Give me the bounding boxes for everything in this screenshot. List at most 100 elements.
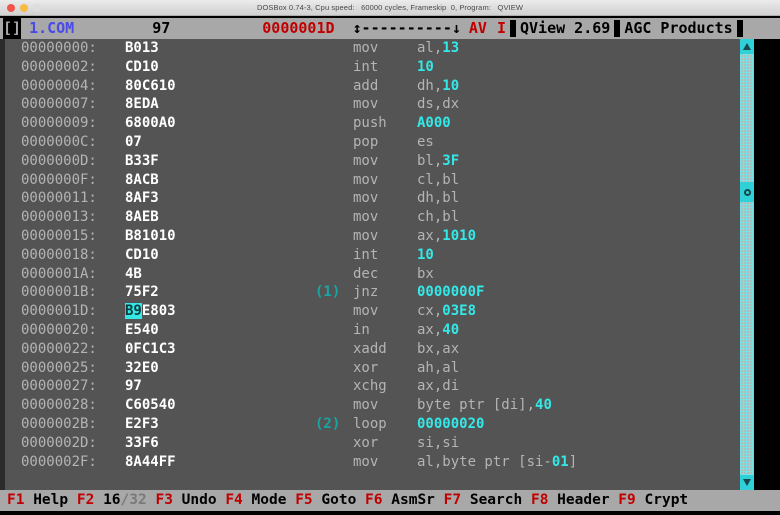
row-mnemonic: mov (353, 303, 379, 320)
row-bytes[interactable]: 4B (125, 265, 142, 284)
listing-row[interactable]: 00000028: C60540 mov byte ptr [di],40 (5, 396, 740, 415)
row-bytes[interactable]: 32E0 (125, 359, 159, 378)
row-bytes[interactable]: 8AF3 (125, 189, 159, 208)
listing-row[interactable]: 0000002D: 33F6 xor si,si (5, 434, 740, 453)
row-bytes[interactable]: 8A44FF (125, 453, 176, 472)
row-address: 00000022: (21, 340, 97, 357)
header-mode-indicator: I (496, 19, 506, 37)
listing-row[interactable]: 00000009: 6800A0 push A000 (5, 114, 740, 133)
vertical-scrollbar[interactable] (740, 39, 754, 490)
fkey-label-f6[interactable]: AsmSr (391, 492, 435, 508)
fkey-f7[interactable]: F7 (444, 492, 461, 508)
fkey-f5[interactable]: F5 (295, 492, 312, 508)
row-bytes[interactable]: 07 (125, 133, 142, 152)
row-bytes[interactable]: 6800A0 (125, 114, 176, 133)
operand-literal: 10 (417, 58, 434, 75)
row-bytes[interactable]: B9E803 (125, 302, 176, 321)
fkey-label-f2[interactable]: 16 (103, 492, 120, 508)
fkey-label-dim-f2[interactable]: /32 (121, 492, 147, 508)
listing-row[interactable]: 0000001A: 4B dec bx (5, 265, 740, 284)
fkey-label-f9[interactable]: Crypt (645, 492, 689, 508)
row-jump-marker: (2) (315, 415, 341, 432)
listing-row[interactable]: 00000007: 8EDA mov ds,dx (5, 95, 740, 114)
listing-row[interactable]: 00000015: B81010 mov ax,1010 (5, 227, 740, 246)
row-bytes[interactable]: E540 (125, 321, 159, 340)
minimize-window-button[interactable] (20, 4, 28, 12)
fkey-f1[interactable]: F1 (7, 492, 24, 508)
fkey-f2[interactable]: F2 (77, 492, 94, 508)
row-address: 00000011: (21, 190, 97, 207)
listing-row[interactable]: 00000013: 8AEB mov ch,bl (5, 208, 740, 227)
scroll-up-arrow-icon[interactable] (740, 39, 754, 54)
row-bytes[interactable]: 0FC1C3 (125, 340, 176, 359)
listing-row[interactable]: 00000025: 32E0 xor ah,al (5, 359, 740, 378)
row-bytes[interactable]: 75F2 (125, 283, 159, 302)
fkey-label-f5[interactable]: Goto (321, 492, 356, 508)
listing-row[interactable]: 0000000D: B33F mov bl,3F (5, 152, 740, 171)
listing-row[interactable]: 00000022: 0FC1C3 xadd bx,ax (5, 340, 740, 359)
row-bytes[interactable]: CD10 (125, 58, 159, 77)
scrollbar-thumb-knob-icon (743, 188, 751, 196)
header-filename[interactable]: 1.COM (21, 18, 74, 39)
listing-row[interactable]: 00000004: 80C610 add dh,10 (5, 77, 740, 96)
listing-row[interactable]: 00000000: B013 mov al,13 (5, 39, 740, 58)
dos-screen: [] 1.COM 97 0000001D ↕----------↓ AV I Q… (0, 16, 780, 515)
fkey-f8[interactable]: F8 (531, 492, 548, 508)
fkey-f3[interactable]: F3 (155, 492, 172, 508)
listing-row[interactable]: 00000018: CD10 int 10 (5, 246, 740, 265)
fkey-label-f3[interactable]: Undo (182, 492, 217, 508)
row-mnemonic: jnz (353, 284, 379, 301)
listing-row[interactable]: 0000000C: 07 pop es (5, 133, 740, 152)
row-bytes[interactable]: 80C610 (125, 77, 176, 96)
row-bytes[interactable]: 8EDA (125, 95, 159, 114)
edit-cursor[interactable]: B9 (125, 303, 142, 320)
listing-row[interactable]: 00000002: CD10 int 10 (5, 58, 740, 77)
row-bytes[interactable]: E2F3 (125, 415, 159, 434)
listing-row[interactable]: 0000001B: 75F2 (1) jnz 0000000F (5, 283, 740, 302)
row-bytes[interactable]: B81010 (125, 227, 176, 246)
row-bytes[interactable]: B33F (125, 152, 159, 171)
row-mnemonic: mov (353, 96, 379, 113)
listing-row[interactable]: 0000002F: 8A44FF mov al,byte ptr [si-01] (5, 453, 740, 472)
close-window-button[interactable] (7, 4, 15, 12)
listing-row[interactable]: 0000001D: B9E803 mov cx,03E8 (5, 302, 740, 321)
operand-literal: 10 (442, 77, 460, 94)
fkey-label-f8[interactable]: Header (557, 492, 609, 508)
row-operands: 0000000F (417, 283, 484, 302)
row-operands: ax,1010 (417, 227, 477, 244)
row-bytes[interactable]: B013 (125, 39, 159, 58)
listing-row[interactable]: 00000011: 8AF3 mov dh,bl (5, 189, 740, 208)
listing-row[interactable]: 00000020: E540 in ax,40 (5, 321, 740, 340)
row-bytes[interactable]: 97 (125, 377, 142, 396)
fkey-f6[interactable]: F6 (365, 492, 382, 508)
listing-row[interactable]: 0000000F: 8ACB mov cl,bl (5, 171, 740, 190)
disassembly-listing[interactable]: 00000000: B013 mov al,13 00000002: CD10 int 10 0… (0, 39, 740, 490)
operand-literal: 10 (417, 246, 434, 263)
scrollbar-thumb[interactable] (740, 182, 754, 202)
row-bytes[interactable]: 33F6 (125, 434, 159, 453)
row-bytes[interactable]: 8AEB (125, 208, 159, 227)
header-app-name: QView 2.69 (520, 19, 611, 37)
fkey-label-f7[interactable]: Search (470, 492, 522, 508)
function-key-bar[interactable]: F1 Help F2 16/32 F3 Undo F4 Mode F5 Goto… (0, 490, 780, 511)
row-bytes[interactable]: 8ACB (125, 171, 159, 190)
fkey-f4[interactable]: F4 (225, 492, 242, 508)
listing-row[interactable]: 00000027: 97 xchg ax,di (5, 377, 740, 396)
row-bytes[interactable]: C60540 (125, 396, 176, 415)
row-operands: si,si (417, 434, 460, 451)
row-address: 00000013: (21, 209, 97, 226)
row-operands: dh,bl (417, 190, 460, 207)
header-progress-indicator[interactable]: ↕----------↓ (353, 18, 461, 39)
row-address: 00000004: (21, 77, 97, 94)
fkey-label-f4[interactable]: Mode (252, 492, 287, 508)
fkey-f9[interactable]: F9 (618, 492, 635, 508)
operand-literal: 13 (442, 40, 460, 56)
row-address: 00000002: (21, 58, 97, 75)
scrollbar-track[interactable] (740, 54, 754, 475)
scroll-down-arrow-icon[interactable] (740, 475, 754, 490)
row-mnemonic: xor (353, 359, 379, 376)
header-filesize: 97 (152, 19, 171, 37)
listing-row[interactable]: 0000002B: E2F3 (2) loop 00000020 (5, 415, 740, 434)
row-bytes[interactable]: CD10 (125, 246, 159, 265)
fkey-label-f1[interactable]: Help (33, 492, 68, 508)
